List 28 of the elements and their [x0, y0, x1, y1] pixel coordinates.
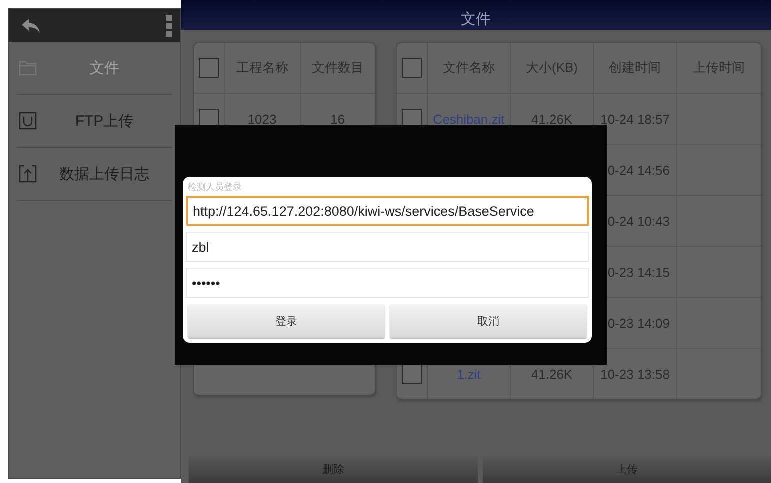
- table-cell: 0-24 10:43: [608, 214, 670, 228]
- sidebar-item[interactable]: 文件: [17, 42, 172, 95]
- sidebar-item[interactable]: 数据上传日志: [17, 148, 172, 201]
- table-cell: 10-23 13:58: [600, 366, 670, 382]
- folder-icon: [19, 60, 37, 76]
- input-field[interactable]: zbl: [186, 232, 589, 262]
- table-cell-text: 16: [330, 110, 346, 128]
- table-cell: 41.26K: [531, 112, 573, 126]
- checkbox[interactable]: [199, 58, 219, 78]
- screen-title: 文件: [461, 10, 491, 28]
- table-cell: 0-23 14:15: [608, 264, 670, 280]
- table-cell: 0-24 14:56: [608, 162, 670, 178]
- table-cell: 0-23 14:09: [608, 316, 670, 330]
- sidebar-item[interactable]: FTP上传: [17, 95, 172, 148]
- checkbox[interactable]: [402, 364, 422, 384]
- upload-icon: [19, 165, 37, 183]
- file-name-link[interactable]: 1.zit: [457, 366, 481, 382]
- dialog-button[interactable]: 取消: [390, 304, 587, 338]
- checkbox[interactable]: [402, 58, 422, 78]
- dialog-button[interactable]: 登录: [188, 304, 385, 338]
- input-field[interactable]: http://124.65.127.202:8080/kiwi-ws/services/BaseService: [186, 196, 589, 226]
- tray-icon: [19, 112, 37, 130]
- table-cell: 41.26K: [531, 366, 573, 382]
- input-field[interactable]: ••••••: [186, 268, 589, 298]
- table-cell: 10-24 18:57: [600, 112, 670, 126]
- back-icon[interactable]: [21, 18, 41, 34]
- overflow-menu-icon[interactable]: [166, 14, 172, 36]
- dialog-title: 检测人员登录: [188, 181, 243, 194]
